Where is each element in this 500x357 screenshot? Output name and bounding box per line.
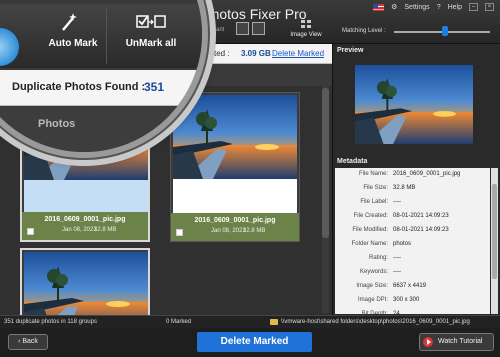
watch-tutorial-button[interactable]: Watch Tutorial — [419, 333, 494, 351]
metadata-key: Rating: — [368, 255, 388, 261]
metadata-key: Bit Depth: — [361, 311, 388, 314]
auto-mark-label: Auto Mark — [48, 38, 98, 49]
metadata-value: 08-01-2021 14:09:23 — [393, 213, 449, 219]
metadata-value: photos — [393, 241, 412, 247]
metadata-key: Image DPI: — [357, 297, 388, 303]
help-menu[interactable]: Help — [448, 4, 462, 11]
grid-scroll-thumb[interactable] — [322, 88, 329, 238]
metadata-value: 300 x 300 — [393, 297, 420, 303]
auto-mark-button[interactable]: Auto Mark — [38, 12, 108, 49]
metadata-value: 2016_0609_0001_pic.jpg — [393, 171, 461, 177]
magnified-group-header: Photos — [0, 106, 202, 152]
unmark-all-button[interactable]: UnMark all — [112, 12, 190, 49]
preview-scene — [355, 65, 473, 144]
grid-view-icon — [300, 20, 312, 29]
photo-thumbnail[interactable] — [24, 252, 148, 316]
photo-filename: 2016_0609_0001_pic.jpg — [194, 217, 276, 224]
metadata-key: Image Size: — [356, 283, 388, 289]
metadata-row: Folder Name: photos — [335, 241, 490, 255]
metadata-row: File Size: 32.8 MB — [335, 185, 490, 199]
us-flag-icon[interactable] — [373, 3, 385, 11]
metadata-table: File Name: 2016_0609_0001_pic.jpg File Siz… — [335, 168, 490, 314]
photo-filename: 2016_0609_0001_pic.jpg — [44, 216, 126, 223]
matching-level-slider[interactable] — [442, 26, 448, 36]
help-icon: ? — [436, 3, 441, 11]
metadata-row: File Label: ---- — [335, 199, 490, 213]
status-bar: 351 duplicate photos in 118 groups 0 Mar… — [0, 315, 500, 328]
metadata-row: Image DPI: 300 x 300 — [335, 297, 490, 311]
metadata-key: File Name: — [358, 171, 388, 177]
magnifier-overlay: Auto Mark UnMark all Duplicate Photos Fo… — [0, 0, 208, 158]
app-window: Duplicate Photos Fixer Pro ssistant Imag… — [0, 0, 500, 357]
metadata-value: 24 — [393, 311, 400, 314]
duplicates-summary: Duplicate Photos Found : 351 — [0, 70, 202, 106]
metadata-key: File Modified: — [352, 227, 388, 233]
photo-size: 32.8 MB — [243, 228, 266, 234]
metadata-title: Metadata — [337, 158, 368, 165]
photo-size: 32.8 MB — [94, 227, 117, 233]
metadata-key: Folder Name: — [351, 241, 388, 247]
metadata-row: File Created: 08-01-2021 14:09:23 — [335, 213, 490, 227]
metadata-value: 6637 x 4419 — [393, 283, 427, 289]
metadata-row: Image Size: 6637 x 4419 — [335, 283, 490, 297]
status-path: \\vmware-host\shared folders\desktop\pho… — [281, 319, 470, 325]
duplicates-found-label: Duplicate Photos Found : — [12, 81, 146, 93]
metadata-row: File Modified: 08-01-2021 14:09:23 — [335, 227, 490, 241]
folder-icon — [270, 319, 278, 325]
unmark-all-label: UnMark all — [125, 38, 177, 49]
assistant-pen-button[interactable] — [252, 22, 265, 35]
minimize-button[interactable]: – — [469, 3, 478, 11]
image-view-label: Image View — [290, 32, 322, 38]
bottom-bar: ‹ Back Delete Marked Watch Tutorial — [0, 328, 500, 357]
metadata-scroll-thumb[interactable] — [492, 184, 497, 279]
metadata-row: Keywords: ---- — [335, 269, 490, 283]
magnifier-content: Auto Mark UnMark all Duplicate Photos Fo… — [0, 0, 202, 152]
metadata-key: Keywords: — [359, 269, 388, 275]
preview-title: Preview — [337, 47, 364, 54]
metadata-row: Bit Depth: 24 — [335, 311, 490, 314]
status-groups: 351 duplicate photos in 118 groups — [4, 319, 97, 325]
metadata-row: Rating: ---- — [335, 255, 490, 269]
back-button[interactable]: ‹ Back — [8, 334, 48, 350]
photo-meta: 2016_0609_0001_pic.jpg Jan 08, 2021 32.8… — [22, 212, 148, 240]
size-value: 3.09 GB — [241, 49, 271, 58]
delete-marked-link[interactable]: Delete Marked — [272, 49, 324, 58]
metadata-row: File Name: 2016_0609_0001_pic.jpg — [335, 171, 490, 185]
photo-date: Jan 08, 2021 — [62, 227, 97, 233]
photo-scene — [24, 252, 148, 316]
right-panel: Preview Metadata File Name: 2016_0609_000… — [332, 44, 500, 315]
back-label: Back — [22, 338, 38, 345]
metadata-key: File Size: — [363, 185, 388, 191]
metadata-value: ---- — [393, 269, 401, 275]
top-right-menu: ⚙ Settings ? Help – × — [373, 3, 494, 11]
duplicates-count: 351 — [144, 80, 165, 94]
settings-gear-icon: ⚙ — [391, 4, 398, 11]
group-label: Photos — [38, 118, 76, 130]
settings-menu[interactable]: Settings — [404, 4, 429, 11]
metadata-value: ---- — [393, 199, 401, 205]
watch-tutorial-label: Watch Tutorial — [438, 338, 483, 345]
metadata-value: 08-01-2021 14:09:23 — [393, 227, 449, 233]
metadata-key: File Label: — [360, 199, 388, 205]
preview-image — [355, 65, 473, 144]
close-button[interactable]: × — [485, 3, 494, 11]
photo-date: Jan 08, 2021 — [211, 228, 246, 234]
play-icon — [423, 337, 433, 347]
photo-card[interactable] — [20, 248, 150, 318]
photo-checkbox[interactable] — [27, 228, 34, 235]
image-view-button[interactable]: Image View — [286, 20, 326, 38]
status-marked: 0 Marked — [166, 319, 192, 325]
metadata-key: File Created: — [353, 213, 388, 219]
size-label: ted : — [214, 49, 230, 58]
unmark-icon — [136, 15, 166, 28]
metadata-value: ---- — [393, 255, 401, 261]
magic-wand-icon — [62, 13, 77, 31]
delete-marked-button[interactable]: Delete Marked — [197, 332, 312, 352]
photo-checkbox[interactable] — [176, 229, 183, 236]
matching-level-label: Matching Level : — [342, 28, 386, 34]
assistant-edit-button[interactable] — [236, 22, 249, 35]
photo-meta: 2016_0609_0001_pic.jpg Jan 08, 2021 32.8… — [171, 213, 299, 241]
metadata-value: 32.8 MB — [393, 185, 416, 191]
